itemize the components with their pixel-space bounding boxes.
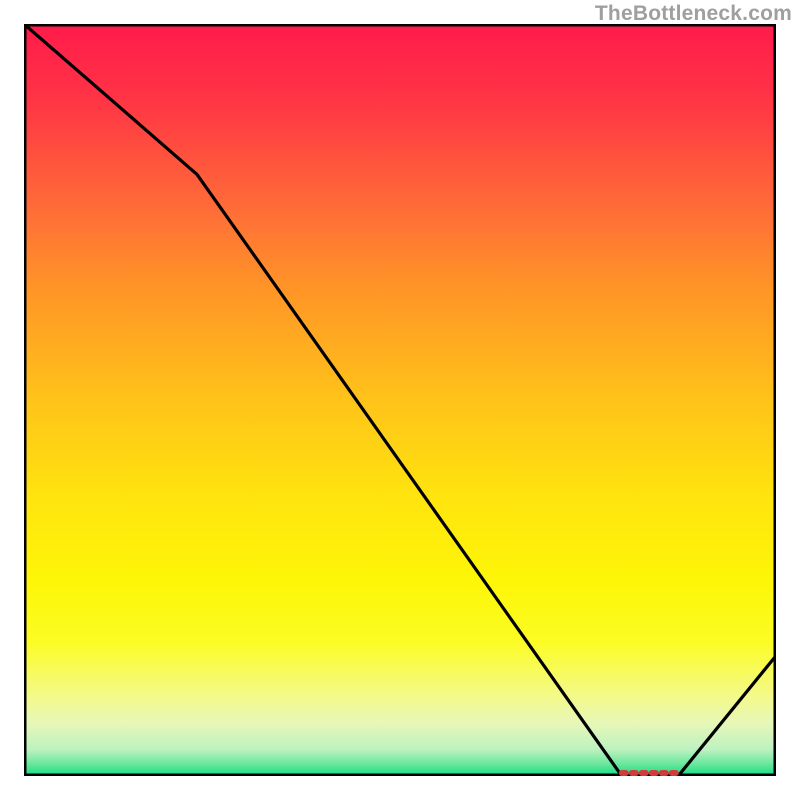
chart-root: { "attribution": "TheBottleneck.com", "c… xyxy=(0,0,800,800)
gradient-background xyxy=(24,24,776,776)
plot-area xyxy=(24,24,776,776)
attribution-text: TheBottleneck.com xyxy=(595,2,792,26)
